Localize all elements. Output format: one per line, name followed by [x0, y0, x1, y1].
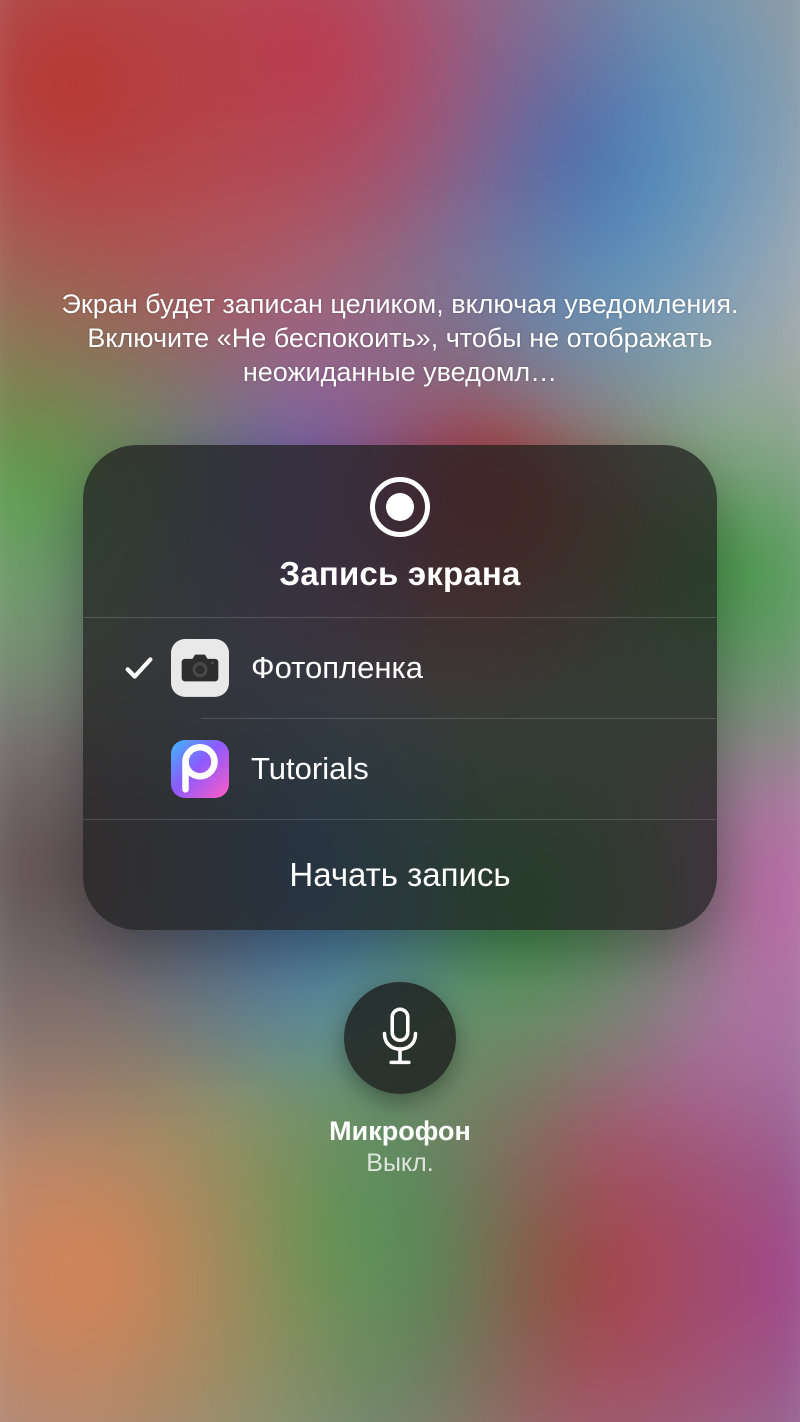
option-label: Tutorials: [251, 751, 369, 787]
start-recording-button[interactable]: Начать запись: [83, 820, 717, 930]
microphone-icon: [344, 982, 456, 1094]
microphone-toggle[interactable]: Микрофон Выкл.: [329, 982, 471, 1178]
start-recording-label: Начать запись: [289, 856, 510, 894]
camera-app-icon: [171, 639, 229, 697]
screen-recording-sheet: Экран будет записан целиком, включая уве…: [0, 0, 800, 1422]
panel-header: Запись экрана: [83, 445, 717, 617]
record-icon: [370, 477, 430, 537]
option-label: Фотопленка: [251, 650, 423, 686]
picsart-app-icon: [171, 740, 229, 798]
recording-destination-option[interactable]: Фотопленка: [83, 618, 717, 718]
microphone-label: Микрофон: [329, 1116, 471, 1147]
recording-info-text: Экран будет записан целиком, включая уве…: [60, 288, 740, 389]
microphone-status: Выкл.: [366, 1149, 433, 1178]
recording-destination-option[interactable]: Tutorials: [83, 719, 717, 819]
panel-title: Запись экрана: [279, 555, 520, 593]
selected-check-icon: [107, 651, 171, 685]
recording-panel: Запись экрана Фотопленка Tutorials: [83, 445, 717, 930]
